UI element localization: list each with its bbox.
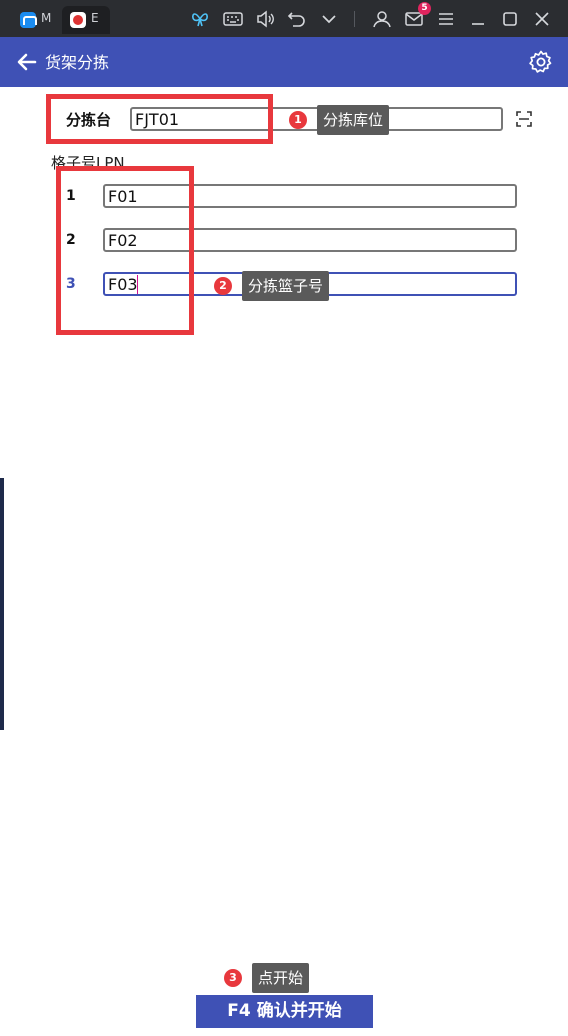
minimize-icon[interactable] — [467, 8, 489, 30]
highlight-box-station — [46, 94, 273, 144]
annotation-tooltip-1: 分拣库位 — [317, 105, 390, 135]
emulator-toolbar: M E 5 — [0, 0, 568, 37]
tab-label: M — [41, 11, 52, 25]
scan-icon[interactable] — [515, 110, 533, 128]
butterfly-icon[interactable] — [189, 8, 211, 30]
close-icon[interactable] — [531, 8, 553, 30]
app-e-icon — [70, 12, 86, 28]
annotation-number-2: 2 — [214, 277, 232, 295]
annotation-tooltip-3: 点开始 — [252, 963, 310, 993]
confirm-start-button[interactable]: F4 确认并开始 — [196, 995, 373, 1028]
app-m-icon — [20, 12, 37, 28]
emulator-tab-e[interactable]: E — [62, 6, 110, 34]
back-arrow-icon[interactable] — [14, 49, 40, 75]
toolbar-divider — [354, 11, 355, 27]
annotation-tooltip-2: 分拣篮子号 — [242, 271, 330, 301]
background-window-edge — [0, 478, 4, 730]
menu-icon[interactable] — [435, 8, 457, 30]
chevron-down-icon[interactable] — [318, 8, 340, 30]
tab-label: E — [91, 11, 99, 25]
undo-icon[interactable] — [286, 8, 308, 30]
confirm-button-label: 确认并开始 — [256, 1001, 342, 1021]
annotation-number-1: 1 — [289, 111, 307, 129]
user-icon[interactable] — [371, 8, 393, 30]
confirm-shortcut-key: F4 — [227, 1001, 251, 1021]
app-bar: 货架分拣 — [0, 37, 568, 87]
highlight-box-slots — [56, 166, 194, 335]
page-title: 货架分拣 — [45, 53, 110, 72]
maximize-icon[interactable] — [499, 8, 521, 30]
volume-icon[interactable] — [254, 8, 276, 30]
emulator-tab-m[interactable]: M — [14, 6, 58, 34]
mail-badge: 5 — [418, 2, 431, 15]
keyboard-icon[interactable] — [222, 8, 244, 30]
gear-icon[interactable] — [528, 49, 554, 75]
annotation-number-3: 3 — [224, 969, 242, 987]
